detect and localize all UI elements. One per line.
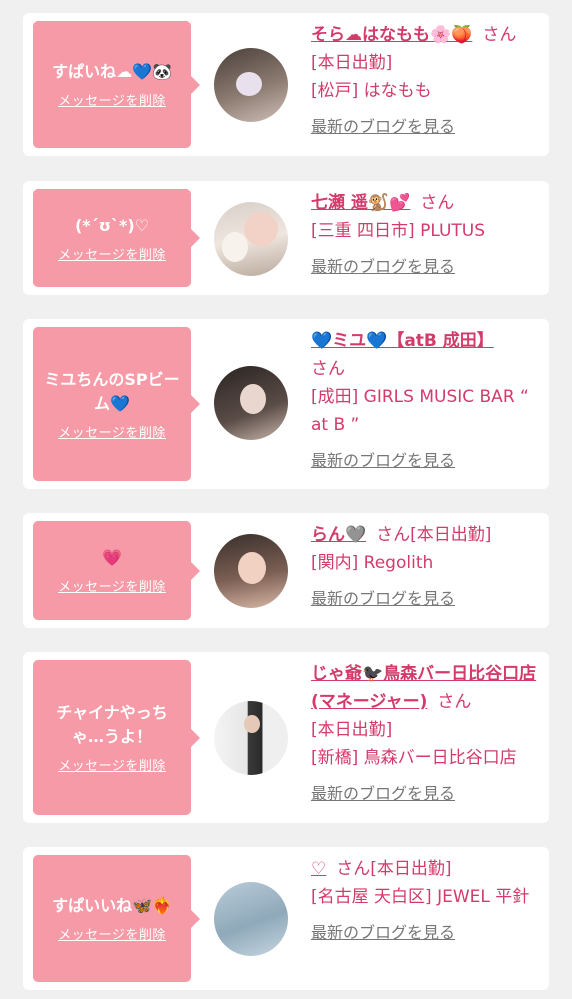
message-text: (*´ʊ`*)♡ (74, 215, 150, 235)
message-card: すぱいね☁💙🐼 メッセージを削除 そら☁はなもも🌸🍑 さん [本日出勤] [松戸] … (23, 13, 549, 156)
delete-message-link[interactable]: メッセージを削除 (58, 90, 166, 109)
girl-name-link[interactable]: ♡ (311, 859, 326, 879)
delete-message-link[interactable]: メッセージを削除 (58, 924, 166, 943)
message-bubble: すぱいいね🦋❤️‍🔥 メッセージを削除 (33, 855, 200, 982)
sticker-icon (236, 72, 262, 96)
message-bubble: (*´ʊ`*)♡ メッセージを削除 (33, 189, 200, 287)
face-shape (244, 212, 278, 246)
message-text: 💗 (102, 548, 122, 567)
message-card: チャイナやっちゃ…うよ！ メッセージを削除 じゃ爺🐦‍⬛鳥森バー日比谷口店(マネ… (23, 652, 549, 823)
message-card: ミユちんのSPビーム💙 メッセージを削除 💙ミユ💙【atB 成田】 さん [成田… (23, 319, 549, 489)
status-badge: [本日出勤] (370, 859, 452, 879)
status-badge: [本日出勤] (311, 720, 393, 740)
delete-message-link[interactable]: メッセージを削除 (58, 244, 166, 263)
honorific: さん (311, 359, 345, 379)
message-list: すぱいね☁💙🐼 メッセージを削除 そら☁はなもも🌸🍑 さん[本日出勤] [松戸] … (0, 0, 572, 999)
avatar[interactable] (214, 48, 288, 122)
honorific: さん (420, 193, 455, 213)
shop-location: [三重 四日市] PLUTUS (311, 221, 486, 241)
delete-message-link[interactable]: メッセージを削除 (58, 755, 166, 774)
message-card: すぱいいね🦋❤️‍🔥 メッセージを削除 ♡ さん[本日出勤] [名古屋 天白区] … (23, 847, 549, 990)
honorific: さん (376, 525, 411, 545)
avatar[interactable] (214, 366, 288, 440)
delete-message-link[interactable]: メッセージを削除 (58, 422, 166, 441)
shop-location: [名古屋 天白区] JEWEL 平針 (311, 887, 530, 907)
latest-blog-link[interactable]: 最新のブログを見る (311, 585, 539, 613)
avatar[interactable] (214, 202, 288, 276)
message-text: すぱいね☁💙🐼 (52, 62, 172, 81)
status-badge: [本日出勤] (410, 525, 492, 545)
honorific: さん (437, 692, 472, 712)
avatar[interactable] (214, 701, 288, 775)
message-card: (*´ʊ`*)♡ メッセージを削除 七瀬 遥🐒💕 さん [三重 四日市] PLUT… (23, 181, 549, 295)
dog-shape (222, 232, 248, 262)
message-text: チャイナやっちゃ…うよ！ (56, 703, 168, 746)
girl-name-link[interactable]: じゃ爺🐦‍⬛鳥森バー日比谷口店(マネージャー) (311, 664, 536, 712)
latest-blog-link[interactable]: 最新のブログを見る (311, 780, 539, 808)
shop-location: [松戸] はなもも (311, 81, 432, 101)
avatar[interactable] (214, 534, 288, 608)
face-shape (240, 384, 266, 414)
latest-blog-link[interactable]: 最新のブログを見る (311, 253, 539, 281)
avatar[interactable] (214, 882, 288, 956)
shop-location: [成田] GIRLS MUSIC BAR “ at B ” (311, 387, 529, 435)
honorific: さん (336, 859, 371, 879)
message-text: すぱいいね🦋❤️‍🔥 (52, 896, 172, 915)
message-card: 💗 メッセージを削除 らん🩶 さん[本日出勤] [関内] Regolith 最新の… (23, 513, 549, 628)
message-bubble: すぱいね☁💙🐼 メッセージを削除 (33, 21, 200, 148)
card-info: 七瀬 遥🐒💕 さん [三重 四日市] PLUTUS 最新のブログを見る (311, 189, 539, 281)
message-bubble: 💗 メッセージを削除 (33, 521, 200, 620)
face-shape (244, 715, 260, 733)
latest-blog-link[interactable]: 最新のブログを見る (311, 447, 539, 475)
girl-name-link[interactable]: 七瀬 遥🐒💕 (311, 193, 410, 213)
card-info: らん🩶 さん[本日出勤] [関内] Regolith 最新のブログを見る (311, 521, 539, 613)
delete-message-link[interactable]: メッセージを削除 (58, 576, 166, 595)
latest-blog-link[interactable]: 最新のブログを見る (311, 113, 539, 141)
card-info: ♡ さん[本日出勤] [名古屋 天白区] JEWEL 平針 最新のブログを見る (311, 855, 539, 947)
girl-name-link[interactable]: 💙ミユ💙【atB 成田】 (311, 331, 494, 351)
shop-location: [新橋] 鳥森バー日比谷口店 (311, 748, 517, 768)
message-bubble: ミユちんのSPビーム💙 メッセージを削除 (33, 327, 200, 481)
card-info: じゃ爺🐦‍⬛鳥森バー日比谷口店(マネージャー) さん [本日出勤] [新橋] 鳥森… (311, 660, 539, 808)
message-bubble: チャイナやっちゃ…うよ！ メッセージを削除 (33, 660, 200, 815)
shop-location: [関内] Regolith (311, 553, 434, 573)
message-text: ミユちんのSPビーム💙 (44, 369, 180, 413)
card-info: そら☁はなもも🌸🍑 さん [本日出勤] [松戸] はなもも 最新のブログを見る (311, 21, 539, 141)
status-badge: [本日出勤] (311, 53, 393, 73)
latest-blog-link[interactable]: 最新のブログを見る (311, 919, 539, 947)
face-shape (238, 552, 266, 584)
girl-name-link[interactable]: そら☁はなもも🌸🍑 (311, 25, 472, 45)
honorific: さん (482, 25, 517, 45)
card-info: 💙ミユ💙【atB 成田】 さん [成田] GIRLS MUSIC BAR “ a… (311, 327, 539, 475)
girl-name-link[interactable]: らん🩶 (311, 525, 366, 545)
